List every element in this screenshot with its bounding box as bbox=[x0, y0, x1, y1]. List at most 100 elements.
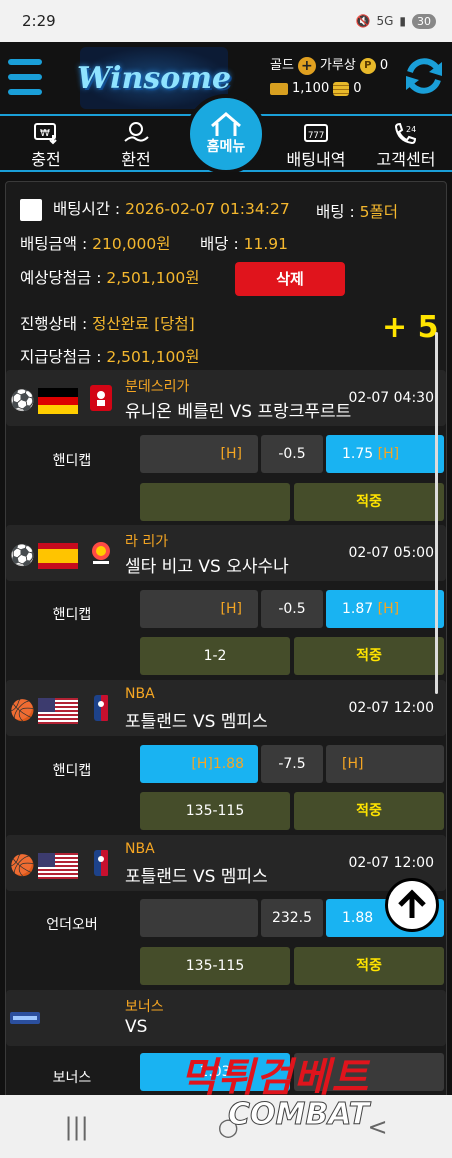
nav-bet-history-label: 배팅내역 bbox=[286, 150, 346, 169]
game-header: ⚽ 분데스리가 유니온 베를린 VS 프랑크푸르트 02-07 04:30 bbox=[6, 370, 446, 426]
match-teams: 포틀랜드 VS 멤피스 bbox=[125, 867, 268, 887]
betting-value: 5폴더 bbox=[359, 203, 398, 221]
match-teams: VS bbox=[125, 1017, 148, 1037]
bet-folder-row: 배팅 : 5폴더 bbox=[316, 200, 398, 222]
home-odds-text: [H] bbox=[220, 446, 242, 462]
match-teams: 포틀랜드 VS 멤피스 bbox=[125, 712, 268, 732]
bonus-odds-cell[interactable]: 1.03 bbox=[140, 1053, 290, 1091]
home-icon bbox=[211, 112, 241, 136]
point-icon: P bbox=[359, 57, 376, 74]
logo-text: Winsome bbox=[76, 60, 232, 96]
nba-logo-icon bbox=[94, 695, 108, 721]
bet-history-content: 배팅시간 : 2026-02-07 01:34:27 배팅 : 5폴더 배팅금액… bbox=[0, 172, 452, 1100]
result-cell: 적중 bbox=[294, 792, 444, 830]
nav-customer-center[interactable]: 24 고객센터 bbox=[366, 116, 446, 170]
nav-bar: ₩ 충전 환전 홈메뉴 777 배팅내역 24 고객센터 bbox=[0, 94, 452, 174]
basketball-icon: 🏀 bbox=[10, 853, 35, 877]
score-cell: 135-115 bbox=[140, 947, 290, 985]
back-button[interactable]: < bbox=[367, 1113, 387, 1141]
nav-deposit-label: 충전 bbox=[31, 150, 61, 169]
match-teams: 유니온 베를린 VS 프랑크푸르트 bbox=[125, 402, 352, 422]
game-header: 🏀 NBA 포틀랜드 VS 멤피스 02-07 12:00 bbox=[6, 835, 446, 891]
point-value: 0 bbox=[379, 58, 389, 73]
nav-deposit[interactable]: ₩ 충전 bbox=[6, 116, 86, 170]
line-cell[interactable]: -0.5 bbox=[261, 435, 323, 473]
garusang-label: 가루상 bbox=[319, 58, 356, 73]
spain-flag-icon bbox=[38, 543, 78, 569]
bundesliga-logo-icon bbox=[90, 385, 112, 411]
cash-icon bbox=[270, 82, 288, 95]
bet-select-checkbox[interactable] bbox=[20, 198, 42, 221]
soccer-ball-icon: ⚽ bbox=[10, 388, 35, 412]
match-time: 02-07 12:00 bbox=[348, 855, 434, 871]
gold-plus-icon[interactable]: + bbox=[297, 56, 316, 75]
betting-label: 배팅 : bbox=[316, 203, 355, 221]
coin-stack-icon bbox=[333, 81, 350, 96]
delete-button[interactable]: 삭제 bbox=[235, 262, 345, 296]
nav-bet-history[interactable]: 777 배팅내역 bbox=[276, 116, 356, 170]
line-cell[interactable]: -7.5 bbox=[261, 745, 323, 783]
svg-text:24: 24 bbox=[406, 125, 416, 134]
line-cell[interactable]: -0.5 bbox=[261, 590, 323, 628]
soccer-ball-icon: ⚽ bbox=[10, 543, 35, 567]
germany-flag-icon bbox=[38, 388, 78, 414]
result-cell: 적중 bbox=[294, 483, 444, 521]
recents-button[interactable]: ||| bbox=[64, 1113, 88, 1141]
bet-time-row: 배팅시간 : 2026-02-07 01:34:27 bbox=[20, 197, 290, 221]
deposit-icon: ₩ bbox=[6, 120, 86, 146]
status-value: 정산완료 [당첨] bbox=[92, 315, 195, 333]
match-time: 02-07 05:00 bbox=[348, 545, 434, 561]
bet-amount-label: 배팅금액 : bbox=[20, 235, 88, 253]
market-label: 언더오버 bbox=[46, 917, 98, 933]
bonus-badge: + 5 bbox=[382, 310, 439, 345]
away-odds-cell[interactable]: 1.87 [H] bbox=[326, 590, 444, 628]
laliga-logo-icon bbox=[92, 542, 110, 564]
home-odds-cell[interactable] bbox=[140, 899, 258, 937]
home-odds-text: [H]1.88 bbox=[191, 756, 244, 772]
away-odds-cell[interactable]: 1.75 [H] bbox=[326, 435, 444, 473]
league-name: NBA bbox=[125, 841, 155, 857]
league-name: NBA bbox=[125, 686, 155, 702]
nav-withdraw[interactable]: 환전 bbox=[96, 116, 176, 170]
bonus-empty-cell bbox=[294, 1053, 444, 1091]
usa-flag-icon bbox=[38, 698, 78, 724]
nav-withdraw-label: 환전 bbox=[121, 150, 151, 169]
mute-icon: 🔇 bbox=[355, 14, 371, 28]
usa-flag-icon bbox=[38, 853, 78, 879]
battery-icon: 30 bbox=[412, 13, 436, 29]
home-odds-cell[interactable]: [H] bbox=[140, 590, 258, 628]
bet-time-value: 2026-02-07 01:34:27 bbox=[125, 200, 290, 218]
game-header: 🏀 NBA 포틀랜드 VS 멤피스 02-07 12:00 bbox=[6, 680, 446, 736]
league-name: 라 리가 bbox=[125, 534, 169, 550]
status-icons: 🔇 5G ▮ 30 bbox=[355, 13, 436, 29]
scrollbar[interactable] bbox=[435, 332, 438, 694]
account-summary: 골드 + 가루상 P 0 1,100 0 bbox=[270, 54, 388, 100]
away-odds-tag: [H] bbox=[377, 601, 400, 617]
score-cell bbox=[140, 483, 290, 521]
result-cell: 적중 bbox=[294, 947, 444, 985]
refresh-icon[interactable] bbox=[402, 54, 446, 98]
bet-odds-row: 배당 : 11.91 bbox=[200, 232, 288, 254]
status-time: 2:29 bbox=[22, 12, 56, 30]
home-odds-cell[interactable]: [H] bbox=[140, 435, 258, 473]
status-label: 진행상태 : bbox=[20, 315, 88, 333]
away-odds-text: [H] bbox=[342, 756, 364, 772]
system-nav-bar: ||| ○ < bbox=[0, 1095, 452, 1158]
menu-icon[interactable] bbox=[8, 59, 42, 95]
market-label: 핸디캡 bbox=[52, 607, 92, 623]
match-time: 02-07 04:30 bbox=[348, 390, 434, 406]
line-cell[interactable]: 232.5 bbox=[261, 899, 323, 937]
home-button[interactable]: ○ bbox=[218, 1113, 239, 1141]
bet-odds-label: 배당 : bbox=[200, 235, 239, 253]
expected-win-label: 예상당첨금 : bbox=[20, 269, 102, 287]
home-odds-cell[interactable]: [H]1.88 bbox=[140, 745, 258, 783]
expected-win-value: 2,501,100원 bbox=[106, 269, 200, 287]
network-label: 5G bbox=[376, 14, 394, 28]
away-odds-cell[interactable]: [H] bbox=[326, 745, 444, 783]
status-bar: 2:29 🔇 5G ▮ 30 bbox=[0, 0, 452, 42]
away-odds-text: 1.87 bbox=[342, 601, 374, 617]
scroll-top-button[interactable] bbox=[385, 878, 439, 932]
home-menu-button[interactable]: 홈메뉴 bbox=[186, 94, 266, 174]
result-cell: 적중 bbox=[294, 637, 444, 675]
score-cell: 1-2 bbox=[140, 637, 290, 675]
